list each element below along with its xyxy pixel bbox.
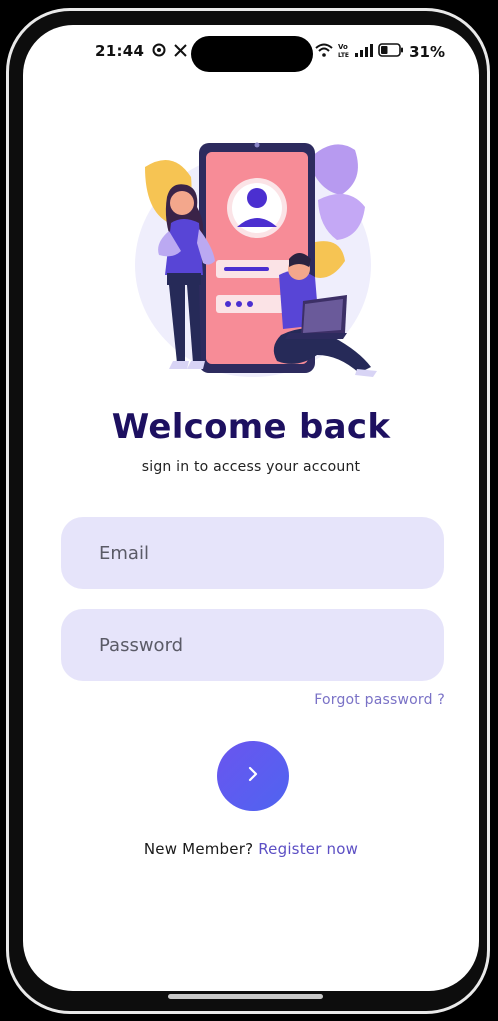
volte-icon: Vo LTE bbox=[338, 42, 350, 62]
home-indicator[interactable] bbox=[168, 994, 323, 999]
register-prompt: New Member? Register now bbox=[23, 840, 479, 858]
battery-percent: 31% bbox=[409, 43, 445, 61]
battery-icon bbox=[378, 43, 404, 61]
svg-text:LTE: LTE bbox=[338, 52, 349, 58]
register-link[interactable]: Register now bbox=[258, 840, 358, 858]
x-app-icon bbox=[174, 42, 187, 61]
page-subtitle: sign in to access your account bbox=[141, 459, 361, 475]
forgot-password-link[interactable]: Forgot password ? bbox=[314, 692, 445, 708]
svg-text:Vo: Vo bbox=[338, 43, 348, 51]
email-field[interactable] bbox=[61, 517, 444, 589]
notification-icons bbox=[152, 42, 187, 61]
system-status-icons: Vo LTE 31% bbox=[315, 42, 445, 62]
notification-app-icon bbox=[152, 42, 166, 61]
new-member-label: New Member? bbox=[143, 840, 254, 858]
status-bar: 21:44 Vo LTE 31% bbox=[23, 25, 479, 75]
page-title: Welcome back bbox=[111, 407, 391, 447]
password-field[interactable] bbox=[61, 609, 444, 681]
sign-in-button[interactable] bbox=[217, 741, 289, 811]
signal-icon bbox=[355, 43, 374, 61]
wifi-icon bbox=[315, 43, 333, 61]
dynamic-island bbox=[191, 36, 313, 72]
phone-frame: 21:44 Vo LTE 31% Welcome back sign in to… bbox=[6, 8, 490, 1014]
app-screen: 21:44 Vo LTE 31% Welcome back sign in to… bbox=[23, 25, 479, 991]
status-time: 21:44 bbox=[95, 42, 145, 60]
chevron-right-icon bbox=[246, 766, 260, 786]
login-illustration bbox=[133, 125, 378, 380]
